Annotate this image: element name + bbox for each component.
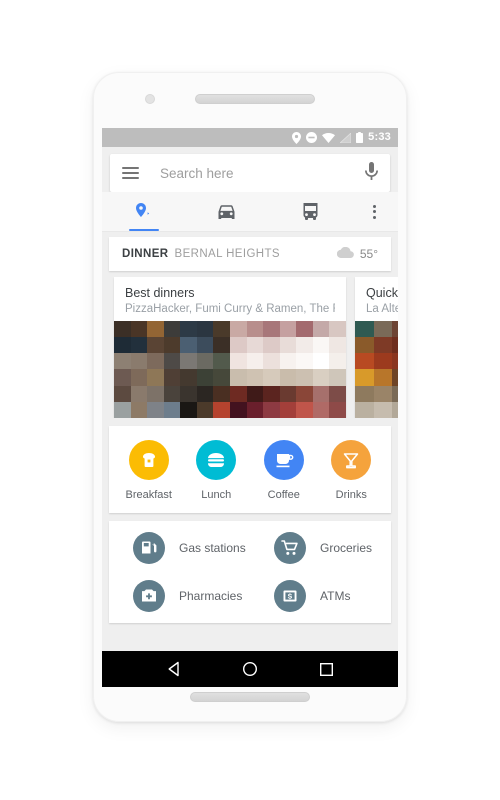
place-card-text: Quick b La Alte (355, 277, 398, 321)
place-card-title: Quick b (366, 286, 398, 300)
toast-icon[interactable] (128, 440, 169, 480)
mode-tab-bar (102, 192, 398, 232)
explore-feed[interactable]: DINNER BERNAL HEIGHTS 55° Best dinners P… (102, 232, 398, 667)
earpiece-speaker (195, 94, 315, 104)
front-camera-icon (145, 94, 155, 104)
phone-top-hardware (93, 72, 407, 128)
temperature-label: 55° (359, 247, 378, 261)
quick-action-coffee[interactable]: Coffee (250, 440, 318, 501)
cocktail-icon[interactable] (331, 440, 372, 480)
place-photo (230, 321, 346, 418)
status-bar: 5:33 (102, 128, 398, 147)
atm-icon[interactable] (274, 580, 306, 612)
place-photo-strip (355, 321, 398, 418)
recents-square-icon[interactable] (319, 662, 334, 677)
search-container: Search here (102, 147, 398, 192)
battery-icon (356, 132, 364, 143)
gas-pump-icon[interactable] (133, 532, 165, 564)
quick-action-label: Drinks (335, 489, 367, 501)
place-card-title: Best dinners (125, 286, 195, 300)
home-circle-icon[interactable] (242, 661, 258, 677)
category-atms[interactable]: ATMs (250, 580, 391, 612)
place-card[interactable]: Quick b La Alte (355, 277, 398, 418)
do-not-disturb-icon (306, 132, 318, 143)
place-photo (355, 321, 398, 418)
category-label: Gas stations (179, 541, 246, 555)
place-card-subtitle: La Alte (366, 303, 398, 315)
cell-signal-icon (340, 132, 352, 143)
category-gas-stations[interactable]: Gas stations (109, 532, 250, 564)
category-label: Groceries (320, 541, 373, 555)
phone-device-frame: 5:33 Search here DINNER BERNAL HEIGHTS 5… (93, 72, 407, 722)
hamburger-menu-icon[interactable] (122, 167, 139, 179)
location-pin-icon (292, 131, 302, 144)
location-pin-icon (136, 203, 150, 217)
category-label: Pharmacies (179, 589, 243, 603)
quick-action-lunch[interactable]: Lunch (183, 440, 251, 501)
microphone-icon[interactable] (365, 161, 378, 185)
tab-driving[interactable] (185, 192, 268, 231)
place-photo-strip (114, 321, 346, 418)
category-label: ATMs (320, 589, 351, 603)
shopping-cart-icon[interactable] (274, 532, 306, 564)
car-icon (218, 205, 235, 219)
more-vertical-icon[interactable] (373, 204, 377, 219)
categories-card: Gas stations Groceries Pharmacies ATMs (109, 521, 391, 623)
quick-action-label: Breakfast (125, 489, 172, 501)
burger-icon[interactable] (196, 440, 237, 480)
neighborhood-label: BERNAL HEIGHTS (174, 248, 281, 260)
quick-action-label: Lunch (201, 489, 232, 501)
status-bar-clock: 5:33 (368, 131, 391, 143)
cloud-icon (336, 245, 354, 263)
meal-label: DINNER (122, 248, 169, 260)
app-content: Search here DINNER BERNAL HEIGHTS 55° Be… (102, 147, 398, 667)
bottom-speaker (190, 692, 310, 702)
search-input[interactable]: Search here (160, 166, 365, 181)
tab-transit[interactable] (269, 192, 352, 231)
place-card[interactable]: Best dinners PizzaHacker, Fumi Curry & R… (114, 277, 346, 418)
place-card-text: Best dinners PizzaHacker, Fumi Curry & R… (114, 277, 346, 321)
quick-action-label: Coffee (267, 489, 300, 501)
bus-icon (303, 203, 318, 220)
coffee-cup-icon[interactable] (263, 440, 304, 480)
search-bar[interactable]: Search here (110, 154, 390, 192)
place-cards-carousel[interactable]: Best dinners PizzaHacker, Fumi Curry & R… (102, 277, 398, 418)
pharmacy-icon[interactable] (133, 580, 165, 612)
quick-action-drinks[interactable]: Drinks (318, 440, 386, 501)
place-card-subtitle: PizzaHacker, Fumi Curry & Ramen, The Fro… (125, 303, 335, 315)
context-header-card[interactable]: DINNER BERNAL HEIGHTS 55° (109, 237, 391, 271)
wifi-icon (322, 132, 336, 143)
weather-widget: 55° (336, 245, 378, 263)
quick-actions-card: Breakfast Lunch Coffee Drinks (109, 426, 391, 513)
tab-explore[interactable] (102, 192, 185, 231)
active-tab-indicator (128, 228, 159, 231)
android-navigation-bar (102, 651, 398, 687)
back-triangle-icon[interactable] (166, 661, 182, 677)
quick-action-breakfast[interactable]: Breakfast (115, 440, 183, 501)
category-pharmacies[interactable]: Pharmacies (109, 580, 250, 612)
place-photo (114, 321, 230, 418)
phone-screen: 5:33 Search here DINNER BERNAL HEIGHTS 5… (102, 128, 398, 667)
tab-overflow-menu[interactable] (352, 192, 398, 231)
category-groceries[interactable]: Groceries (250, 532, 391, 564)
